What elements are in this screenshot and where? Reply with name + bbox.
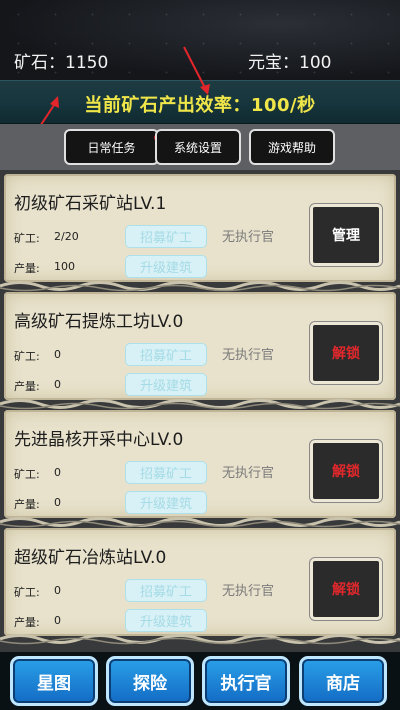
output-value: 0 [54,378,61,391]
game-help-button[interactable]: 游戏帮助 [249,129,335,165]
miners-value: 0 [54,348,61,361]
upgrade-building-button[interactable]: 升级建筑 [125,373,207,396]
daily-tasks-label: 日常任务 [87,140,136,155]
nav-shop-button[interactable]: 商店 [299,656,387,706]
manage-button[interactable]: 管理 [310,204,382,266]
recruit-miner-button[interactable]: 招募矿工 [125,461,207,484]
building-title: 先进晶核开采中心LV.0 [14,430,184,450]
building-title: 超级矿石冶炼站LV.0 [14,548,167,568]
building-title: 初级矿石采矿站LV.1 [14,194,167,214]
ore-count: 矿石：1150 [14,53,109,73]
ornament-divider [0,634,400,645]
miners-value: 0 [54,584,61,597]
tab-strip: 日常任务 系统设置 游戏帮助 [0,124,400,170]
output-value: 0 [54,614,61,627]
nav-star-map-button[interactable]: 星图 [10,656,98,706]
ornament-divider [0,517,400,528]
officer-status: 无执行官 [222,584,275,599]
building-card: 高级矿石提炼工坊LV.0 矿工: 0 产量: 0 招募矿工 升级建筑 无执行官 … [4,292,396,400]
nav-explore-button[interactable]: 探险 [106,656,194,706]
system-settings-button[interactable]: 系统设置 [155,129,241,165]
miners-value: 2/20 [54,230,79,243]
red-arrow-icon [183,46,210,95]
system-settings-label: 系统设置 [173,140,222,155]
upgrade-building-button[interactable]: 升级建筑 [125,255,207,278]
officer-status: 无执行官 [222,466,275,481]
upgrade-building-button[interactable]: 升级建筑 [125,609,207,632]
building-title: 高级矿石提炼工坊LV.0 [14,312,184,332]
miners-label: 矿工: [14,232,40,245]
recruit-miner-button[interactable]: 招募矿工 [125,343,207,366]
recruit-miner-button[interactable]: 招募矿工 [125,225,207,248]
unlock-button[interactable]: 解锁 [310,322,382,384]
output-value: 100 [54,260,75,273]
building-card: 超级矿石冶炼站LV.0 矿工: 0 产量: 0 招募矿工 升级建筑 无执行官 解… [4,528,396,636]
upgrade-building-button[interactable]: 升级建筑 [125,491,207,514]
miners-label: 矿工: [14,468,40,481]
miners-label: 矿工: [14,350,40,363]
unlock-button[interactable]: 解锁 [310,440,382,502]
officer-status: 无执行官 [222,348,275,363]
gold-count: 元宝：100 [248,53,332,73]
ornament-divider [0,399,400,410]
output-label: 产量: [14,498,40,511]
unlock-button[interactable]: 解锁 [310,558,382,620]
game-help-label: 游戏帮助 [267,140,316,155]
recruit-miner-button[interactable]: 招募矿工 [125,579,207,602]
miners-value: 0 [54,466,61,479]
ornament-divider [0,281,400,292]
daily-tasks-button[interactable]: 日常任务 [64,129,161,165]
output-label: 产量: [14,380,40,393]
output-label: 产量: [14,262,40,275]
bottom-nav: 星图 探险 执行官 商店 [0,652,400,710]
officer-status: 无执行官 [222,230,275,245]
game-screen: 矿石：1150 元宝：100 当前矿石产出效率：100/秒 日常任务 系统设置 … [0,0,400,710]
building-card: 初级矿石采矿站LV.1 矿工: 2/20 产量: 100 招募矿工 升级建筑 无… [4,174,396,282]
output-value: 0 [54,496,61,509]
output-label: 产量: [14,616,40,629]
miners-label: 矿工: [14,586,40,599]
building-card: 先进晶核开采中心LV.0 矿工: 0 产量: 0 招募矿工 升级建筑 无执行官 … [4,410,396,518]
building-list[interactable]: 初级矿石采矿站LV.1 矿工: 2/20 产量: 100 招募矿工 升级建筑 无… [0,170,400,652]
nav-executive-button[interactable]: 执行官 [202,656,290,706]
